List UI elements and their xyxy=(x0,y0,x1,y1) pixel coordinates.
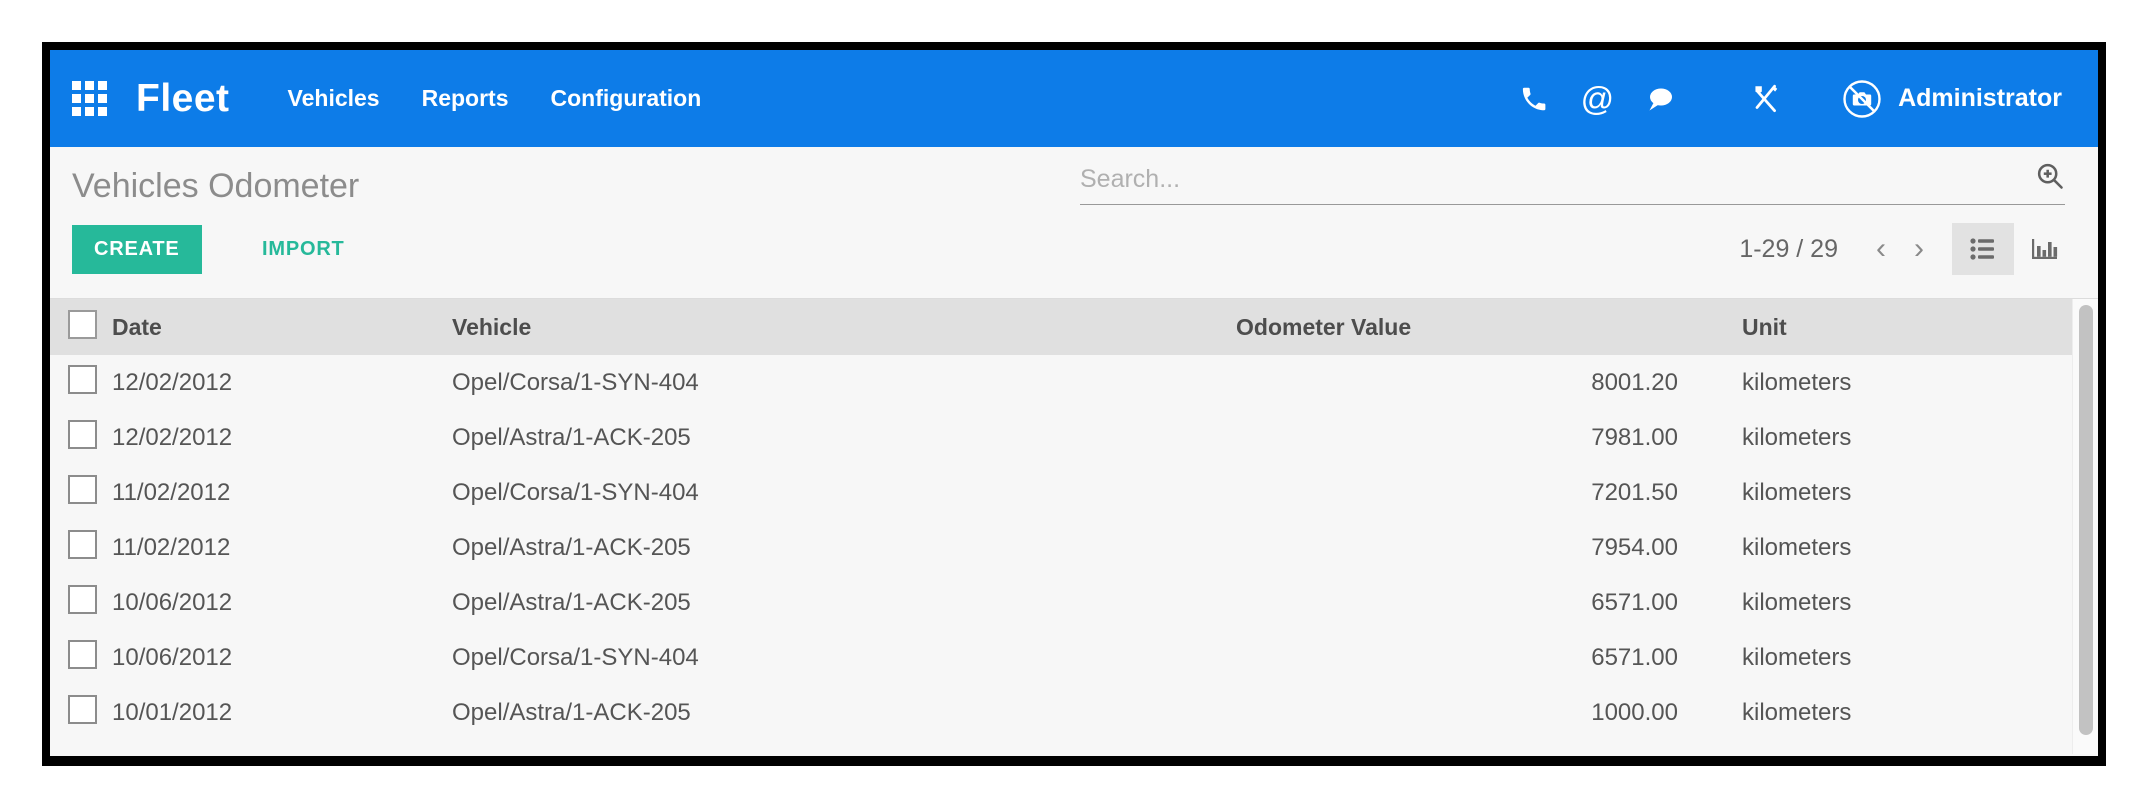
chat-bubble-icon[interactable] xyxy=(1644,85,1676,113)
table-header-row: Date Vehicle Odometer Value Unit xyxy=(50,299,2072,355)
row-select-cell xyxy=(50,355,112,410)
cell-vehicle: Opel/Astra/1-ACK-205 xyxy=(452,588,691,616)
column-header-odometer-value[interactable]: Odometer Value xyxy=(1124,299,1734,355)
cell-date: 10/06/2012 xyxy=(112,588,233,616)
records-table-area: Date Vehicle Odometer Value Unit 12/02/2… xyxy=(50,299,2098,754)
cell-odometer: 8001.20 xyxy=(1591,368,1678,396)
cell-unit: kilometers xyxy=(1742,478,1852,506)
cell-odometer: 6571.00 xyxy=(1591,588,1678,616)
table-row[interactable]: 11/02/2012 Opel/Astra/1-ACK-205 7954.00 kil… xyxy=(50,520,2072,575)
row-select-cell xyxy=(50,575,112,630)
cell-unit: kilometers xyxy=(1742,533,1852,561)
table-row[interactable]: 10/06/2012 Opel/Corsa/1-SYN-404 6571.00 kil… xyxy=(50,630,2072,685)
tools-icon[interactable] xyxy=(1748,82,1782,116)
view-switcher xyxy=(1952,223,2076,275)
cell-odometer: 6571.00 xyxy=(1591,643,1678,671)
pagination-prev-button[interactable]: ‹ xyxy=(1862,230,1900,268)
apps-grid-icon[interactable] xyxy=(72,80,108,117)
cell-vehicle: Opel/Corsa/1-SYN-404 xyxy=(452,368,699,396)
cell-odometer: 7981.00 xyxy=(1591,423,1678,451)
cell-vehicle: Opel/Corsa/1-SYN-404 xyxy=(452,643,699,671)
top-navigation-bar: Fleet Vehicles Reports Configuration @ A… xyxy=(50,50,2098,147)
cell-date: 11/02/2012 xyxy=(112,533,231,561)
cell-date: 10/06/2012 xyxy=(112,643,233,671)
search-plus-icon[interactable] xyxy=(2035,161,2065,196)
create-button[interactable]: CREATE xyxy=(72,225,202,274)
column-header-unit[interactable]: Unit xyxy=(1734,299,2072,355)
table-row[interactable]: 11/02/2012 Opel/Corsa/1-SYN-404 7201.50 kil… xyxy=(50,465,2072,520)
odometer-table: Date Vehicle Odometer Value Unit 12/02/2… xyxy=(50,299,2072,740)
cell-date: 11/02/2012 xyxy=(112,478,231,506)
page-title: Vehicles Odometer xyxy=(72,167,360,205)
cell-unit: kilometers xyxy=(1742,423,1852,451)
row-select-cell xyxy=(50,410,112,465)
cell-odometer: 7201.50 xyxy=(1591,478,1678,506)
cell-date: 12/02/2012 xyxy=(112,423,233,451)
table-row[interactable]: 10/01/2012 Opel/Astra/1-ACK-205 1000.00 kil… xyxy=(50,685,2072,740)
menu-item-vehicles[interactable]: Vehicles xyxy=(288,85,380,112)
column-header-date[interactable]: Date xyxy=(112,299,452,355)
cell-date: 10/01/2012 xyxy=(112,698,233,726)
scrollbar-thumb[interactable] xyxy=(2079,305,2093,735)
row-checkbox[interactable] xyxy=(68,694,97,724)
cell-vehicle: Opel/Corsa/1-SYN-404 xyxy=(452,478,699,506)
cell-unit: kilometers xyxy=(1742,698,1852,726)
cell-vehicle: Opel/Astra/1-ACK-205 xyxy=(452,423,691,451)
row-select-cell xyxy=(50,520,112,575)
cell-unit: kilometers xyxy=(1742,588,1852,616)
row-select-cell xyxy=(50,630,112,685)
topbar-right-cluster: @ Administrator xyxy=(1519,79,2098,119)
at-icon[interactable]: @ xyxy=(1581,82,1615,115)
table-row[interactable]: 10/06/2012 Opel/Astra/1-ACK-205 6571.00 kil… xyxy=(50,575,2072,630)
cell-vehicle: Opel/Astra/1-ACK-205 xyxy=(452,533,691,561)
import-button[interactable]: IMPORT xyxy=(254,225,353,274)
control-panel: Vehicles Odometer CREATE IMPORT 1-29 / 2… xyxy=(50,147,2098,299)
cell-unit: kilometers xyxy=(1742,643,1852,671)
menu-item-reports[interactable]: Reports xyxy=(422,85,509,112)
chart-view-button[interactable] xyxy=(2014,223,2076,275)
select-all-header xyxy=(50,299,112,355)
row-select-cell xyxy=(50,465,112,520)
cell-odometer: 1000.00 xyxy=(1591,698,1678,726)
browser-frame: Fleet Vehicles Reports Configuration @ A… xyxy=(42,42,2106,766)
pagination: 1-29 / 29 ‹ › xyxy=(1739,223,2076,275)
brand-title[interactable]: Fleet xyxy=(136,77,230,121)
user-name-label[interactable]: Administrator xyxy=(1898,84,2062,113)
list-view-button[interactable] xyxy=(1952,223,2014,275)
search-input[interactable] xyxy=(1080,161,2027,198)
app-window: Fleet Vehicles Reports Configuration @ A… xyxy=(50,50,2098,756)
no-camera-avatar-icon[interactable] xyxy=(1842,79,1882,119)
pagination-count: 1-29 / 29 xyxy=(1739,234,1838,263)
column-header-vehicle[interactable]: Vehicle xyxy=(452,299,1124,355)
table-header: Date Vehicle Odometer Value Unit xyxy=(50,299,2072,355)
vertical-scrollbar[interactable] xyxy=(2072,299,2098,754)
row-checkbox[interactable] xyxy=(68,364,97,394)
menu-item-configuration[interactable]: Configuration xyxy=(551,85,702,112)
search-bar[interactable] xyxy=(1080,161,2065,205)
cell-date: 12/02/2012 xyxy=(112,368,233,396)
row-checkbox[interactable] xyxy=(68,474,97,504)
row-checkbox[interactable] xyxy=(68,639,97,669)
row-checkbox[interactable] xyxy=(68,419,97,449)
phone-icon[interactable] xyxy=(1519,84,1549,114)
row-checkbox[interactable] xyxy=(68,529,97,559)
select-all-checkbox[interactable] xyxy=(68,309,97,339)
row-checkbox[interactable] xyxy=(68,584,97,614)
cell-unit: kilometers xyxy=(1742,368,1852,396)
table-row[interactable]: 12/02/2012 Opel/Astra/1-ACK-205 7981.00 kil… xyxy=(50,410,2072,465)
cell-odometer: 7954.00 xyxy=(1591,533,1678,561)
table-body: 12/02/2012 Opel/Corsa/1-SYN-404 8001.20 kil… xyxy=(50,355,2072,740)
pagination-next-button[interactable]: › xyxy=(1900,230,1938,268)
table-row[interactable]: 12/02/2012 Opel/Corsa/1-SYN-404 8001.20 kil… xyxy=(50,355,2072,410)
cell-vehicle: Opel/Astra/1-ACK-205 xyxy=(452,698,691,726)
row-select-cell xyxy=(50,685,112,740)
